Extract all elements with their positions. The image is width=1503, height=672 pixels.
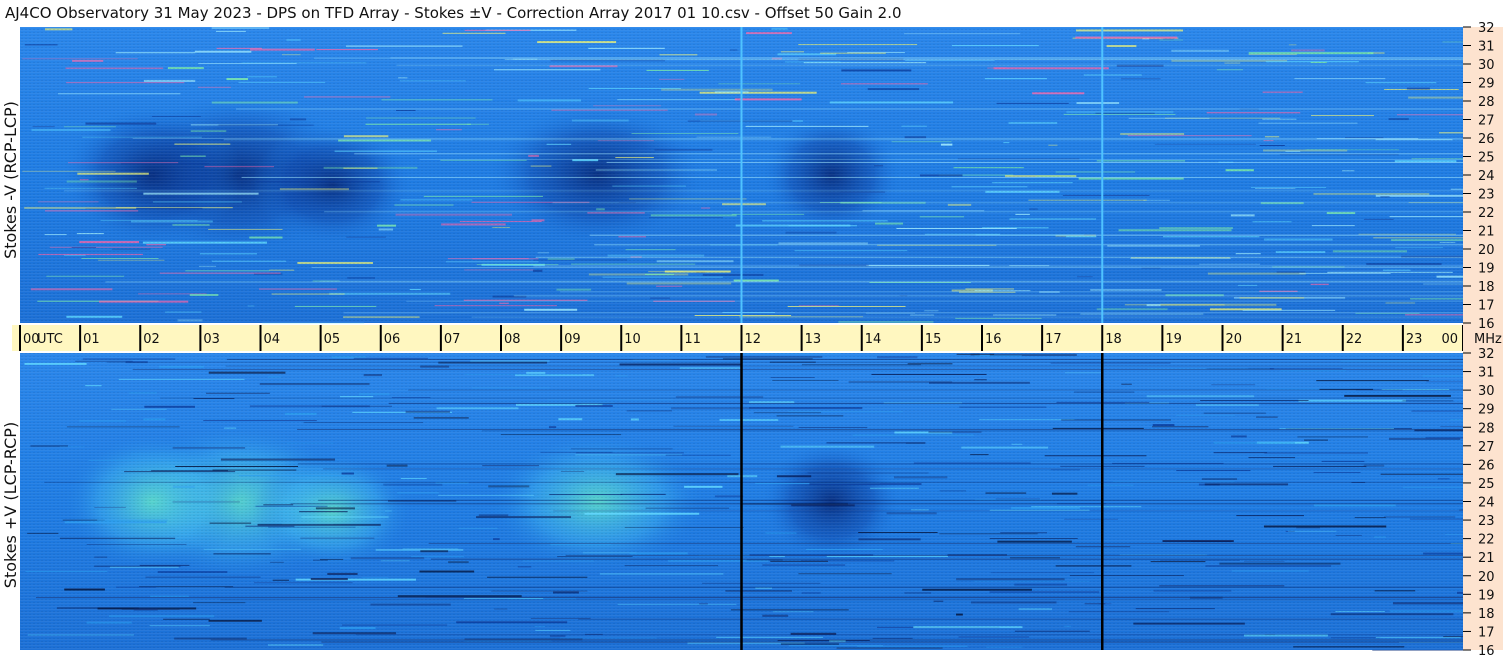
- time-tick-label: 01: [83, 332, 100, 347]
- freq-tick-label: 32: [1478, 21, 1495, 36]
- freq-tick-label: 18: [1478, 607, 1495, 622]
- freq-tick-label: 21: [1478, 225, 1495, 240]
- freq-tick-label: 17: [1478, 625, 1495, 640]
- chart-title: AJ4CO Observatory 31 May 2023 - DPS on T…: [5, 4, 902, 22]
- time-tick-label: 18: [1105, 332, 1122, 347]
- time-tick-label: 20: [1226, 332, 1243, 347]
- freq-unit-label: MHz: [1474, 332, 1502, 347]
- freq-tick-label: 25: [1478, 477, 1495, 492]
- time-tick-label: 12: [745, 332, 762, 347]
- time-tick-label: 17: [1045, 332, 1062, 347]
- time-tick-label: 03: [203, 332, 220, 347]
- time-tick-label: 02: [143, 332, 160, 347]
- time-tick-label: 21: [1286, 332, 1303, 347]
- freq-tick-label: 21: [1478, 551, 1495, 566]
- freq-tick-label: 27: [1478, 440, 1495, 455]
- freq-tick-label: 18: [1478, 280, 1495, 295]
- freq-tick-label: 24: [1478, 496, 1495, 511]
- time-tick-label: 19: [1165, 332, 1182, 347]
- freq-tick-label: 30: [1478, 384, 1495, 399]
- freq-tick-label: 27: [1478, 114, 1495, 129]
- time-tick-label: 08: [504, 332, 521, 347]
- freq-tick-label: 20: [1478, 243, 1495, 258]
- time-tick-label: 10: [624, 332, 641, 347]
- spectrogram-figure: AJ4CO Observatory 31 May 2023 - DPS on T…: [1, 4, 1503, 659]
- time-unit-label: UTC: [37, 332, 63, 347]
- freq-tick-label: 23: [1478, 188, 1495, 203]
- freq-tick-label: 16: [1478, 644, 1495, 659]
- freq-tick-label: 26: [1478, 132, 1495, 147]
- freq-tick-label: 22: [1478, 533, 1495, 548]
- time-tick-label: 13: [805, 332, 822, 347]
- time-tick-label: 00: [1441, 332, 1458, 347]
- freq-tick-label: 17: [1478, 299, 1495, 314]
- time-tick-label: 14: [865, 332, 882, 347]
- panel-top-ylabel: Stokes -V (RCP-LCP): [1, 101, 20, 259]
- freq-tick-label: 32: [1478, 347, 1495, 362]
- time-axis-strip: [12, 325, 1463, 351]
- panel-bottom-ylabel: Stokes +V (LCP-RCP): [1, 422, 20, 588]
- freq-tick-label: 22: [1478, 206, 1495, 221]
- freq-tick-label: 31: [1478, 366, 1495, 381]
- time-tick-label: 15: [925, 332, 942, 347]
- freq-tick-label: 28: [1478, 421, 1495, 436]
- freq-tick-label: 29: [1478, 403, 1495, 418]
- time-tick-label: 16: [985, 332, 1002, 347]
- time-tick-label: 11: [684, 332, 701, 347]
- time-tick-label: 23: [1406, 332, 1423, 347]
- time-tick-label: 06: [384, 332, 401, 347]
- time-tick-label: 22: [1346, 332, 1363, 347]
- freq-tick-label: 20: [1478, 570, 1495, 585]
- freq-tick-label: 25: [1478, 151, 1495, 166]
- freq-tick-label: 19: [1478, 262, 1495, 277]
- time-tick-label: 07: [444, 332, 461, 347]
- freq-tick-label: 19: [1478, 588, 1495, 603]
- time-tick-label: 09: [564, 332, 581, 347]
- freq-tick-label: 30: [1478, 58, 1495, 73]
- freq-tick-label: 31: [1478, 40, 1495, 55]
- time-tick-label: 04: [264, 332, 281, 347]
- time-tick-label: 05: [324, 332, 341, 347]
- freq-tick-label: 28: [1478, 95, 1495, 110]
- freq-tick-label: 26: [1478, 458, 1495, 473]
- freq-tick-label: 16: [1478, 317, 1495, 332]
- freq-tick-label: 24: [1478, 169, 1495, 184]
- freq-tick-label: 29: [1478, 77, 1495, 92]
- freq-tick-label: 23: [1478, 514, 1495, 529]
